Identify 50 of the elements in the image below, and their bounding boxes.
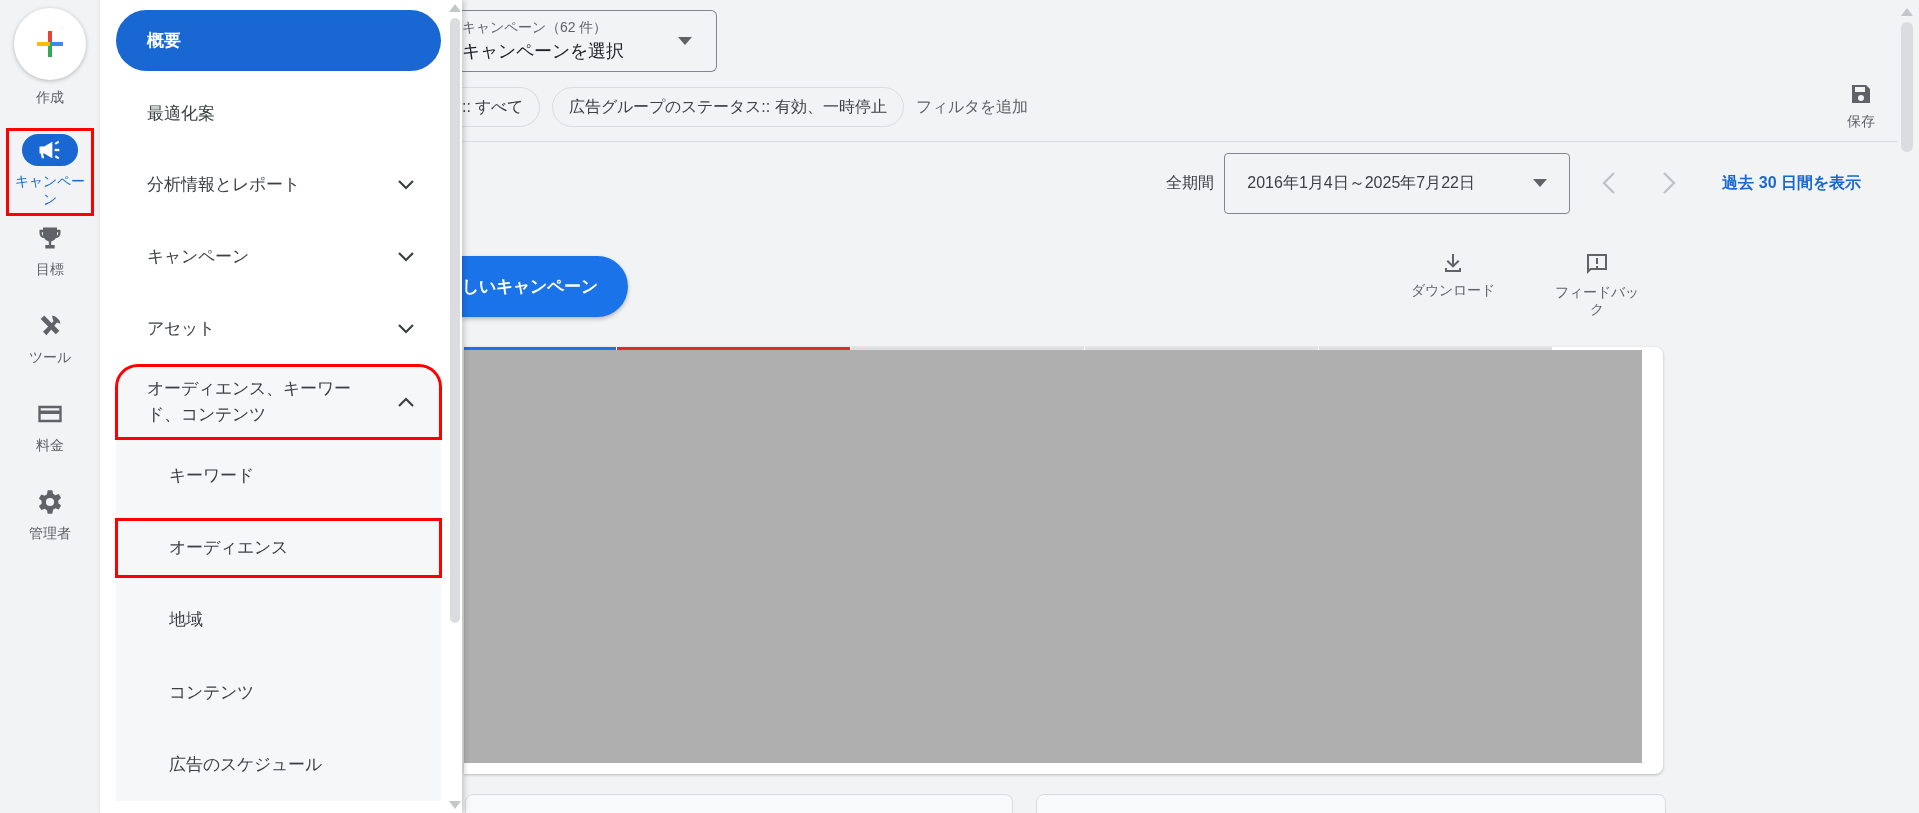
campaign-picker[interactable]: キャンペーン（62 件） キャンペーンを選択 [462,10,717,72]
nav-subitem[interactable]: コンテンツ [116,656,441,729]
nav-group-label: キャンペーン [147,246,250,268]
metric-tab-indicator[interactable] [851,347,1084,350]
previous-icon[interactable] [1602,171,1617,195]
nav-subitem[interactable]: キーワード [116,439,441,512]
plus-icon [35,29,65,59]
settings-icon [36,488,64,516]
rail-item[interactable]: ツール [6,304,94,392]
rail-item[interactable]: 目標 [6,216,94,304]
new-campaign-button[interactable]: しいキャンペーン [462,256,628,317]
last-30-days-link[interactable]: 過去 30 日間を表示 [1722,172,1861,194]
nav-item[interactable]: 最適化案 [116,77,441,149]
download-icon [1442,252,1464,274]
toolbar-action[interactable]: ダウンロード [1401,252,1505,318]
nav-group-label: 分析情報とレポート [147,174,301,196]
metric-tab-indicator[interactable] [464,347,616,350]
nav-subitem[interactable]: オーディエンス [116,518,441,577]
metric-tab-indicator[interactable] [1319,347,1552,350]
metric-tab-indicator[interactable] [617,347,850,350]
chevron-down-icon [397,179,415,191]
nav-group-header[interactable]: オーディエンス、キーワード、コンテンツ [116,365,441,439]
nav-group-label: オーディエンス、キーワード、コンテンツ [147,378,352,426]
chevron-down-icon [397,323,415,335]
nav-group-label: アセット [147,318,216,340]
nav-item[interactable]: 概要 [116,10,441,71]
rail-item[interactable]: キャンペーン [6,128,94,216]
feedback-icon [1585,252,1609,276]
nav-subitem[interactable]: 広告のスケジュール [116,728,441,801]
nav-subitem[interactable]: 地域 [116,583,441,656]
save-icon [1850,83,1872,105]
chevron-down-icon [397,251,415,263]
save-button[interactable]: 保存 [1847,83,1875,131]
create-button[interactable] [14,8,86,80]
next-icon[interactable] [1662,171,1677,195]
nav-group-header[interactable]: アセット [116,293,441,365]
metric-tab-indicator[interactable] [1085,347,1318,350]
date-range-label: 全期間 [1166,172,1215,193]
scrollbar[interactable] [1901,8,1913,152]
nav-group-header[interactable]: 分析情報とレポート [116,149,441,221]
chevron-up-icon [397,396,415,408]
rail-item[interactable]: 料金 [6,392,94,480]
rail-item[interactable]: 管理者 [6,480,94,568]
add-filter-link[interactable]: フィルタを追加 [915,96,1028,118]
nav-group-header[interactable]: キャンペーン [116,221,441,293]
dropdown-arrow-icon [1533,179,1548,187]
date-range-picker[interactable]: 2016年1月4日～2025年7月22日 [1224,152,1571,214]
toolbar-action[interactable]: フィードバック [1545,252,1649,318]
dropdown-arrow-icon [678,37,692,45]
create-label: 作成 [35,88,65,106]
